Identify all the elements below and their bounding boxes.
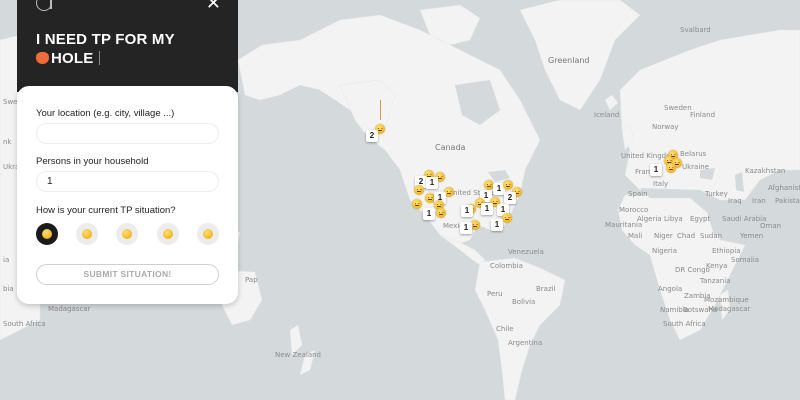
tp-marker[interactable] — [412, 199, 422, 209]
peach-icon — [36, 52, 49, 64]
label-greenland: Greenland — [548, 56, 590, 65]
cluster-count[interactable]: 1 — [460, 222, 472, 234]
cluster-count[interactable]: 1 — [426, 177, 438, 189]
shocked-face-icon — [203, 229, 213, 239]
label-dr-congo: DR Congo — [675, 266, 710, 274]
label-iceland: Iceland — [594, 111, 620, 119]
text-caret — [99, 51, 101, 65]
tp-marker[interactable] — [666, 163, 676, 173]
crying-face-icon — [163, 229, 173, 239]
label-svalbard: Svalbard — [680, 26, 711, 34]
situation-form: Your location (e.g. city, village ...) P… — [17, 86, 238, 304]
cluster-count[interactable]: 1 — [461, 205, 473, 217]
worried-face-icon — [122, 229, 132, 239]
label-yemen: Yemen — [740, 232, 764, 240]
label-oman: Oman — [760, 222, 782, 230]
label-belarus: Belarus — [680, 150, 707, 158]
submit-button[interactable]: SUBMIT SITUATION! — [36, 264, 219, 285]
label-iran: Iran — [752, 197, 766, 205]
label-ia: ia — [3, 256, 10, 264]
label-papua: Pap — [245, 276, 258, 284]
label-egypt: Egypt — [690, 215, 711, 223]
smiling-face-icon — [82, 229, 92, 239]
label-spain: Spain — [628, 190, 648, 198]
location-input[interactable] — [36, 123, 219, 144]
label-somalia: Somalia — [731, 256, 760, 264]
label-mali: Mali — [628, 232, 643, 240]
label-tanzania: Tanzania — [700, 277, 731, 285]
household-input[interactable] — [36, 171, 219, 192]
label-sudan: Sudan — [700, 232, 723, 240]
label-angola: Angola — [658, 285, 683, 293]
label-peru: Peru — [487, 290, 503, 298]
label-finland: Finland — [690, 111, 716, 119]
tp-marker[interactable] — [436, 208, 446, 218]
label-chile: Chile — [496, 325, 514, 333]
neutral-face-icon — [42, 229, 52, 239]
label-turkey: Turkey — [705, 190, 728, 198]
label-nigeria: Nigeria — [652, 247, 678, 255]
label-south-africa-left: South Africa — [3, 320, 46, 328]
household-label: Persons in your household — [36, 156, 149, 167]
label-chad: Chad — [677, 232, 696, 240]
label-new-zealand: New Zealand — [275, 351, 321, 359]
close-icon[interactable]: ✕ — [206, 0, 221, 12]
cluster-count[interactable]: 1 — [481, 203, 493, 215]
label-bolivia: Bolivia — [512, 298, 536, 306]
label-italy: Italy — [653, 180, 669, 188]
label-argentina: Argentina — [508, 339, 543, 347]
tp-marker[interactable] — [414, 185, 424, 195]
label-morocco: Morocco — [619, 206, 649, 214]
label-botswana: Botswana — [683, 306, 718, 314]
mood-option-crying[interactable] — [157, 223, 179, 245]
title-line2: HOLE — [51, 50, 94, 67]
mood-option-worried[interactable] — [116, 223, 138, 245]
label-nk: nk — [3, 138, 12, 146]
label-kazakhstan: Kazakhstan — [745, 167, 786, 175]
label-norway: Norway — [652, 123, 679, 131]
pin-line — [380, 100, 381, 120]
label-brazil: Brazil — [536, 285, 556, 293]
tp-marker[interactable] — [503, 180, 513, 190]
label-sweden: Sweden — [664, 104, 692, 112]
label-ukraine: Ukraine — [682, 163, 710, 171]
mood-option-shocked[interactable] — [197, 223, 219, 245]
label-canada: Canada — [435, 143, 466, 152]
mood-option-smiling[interactable] — [76, 223, 98, 245]
label-colombia: Colombia — [490, 262, 523, 270]
cluster-count[interactable]: 2 — [366, 130, 378, 142]
cluster-count[interactable]: 2 — [504, 192, 516, 204]
label-south-africa-right: South Africa — [663, 320, 706, 328]
cluster-count[interactable]: 1 — [423, 208, 435, 220]
title-line1: I NEED TP FOR MY — [36, 31, 175, 48]
mood-option-neutral[interactable] — [36, 223, 58, 245]
label-madagascar-left: Madagascar — [48, 305, 91, 313]
page-title: I NEED TP FOR MY HOLE — [36, 30, 226, 68]
label-mauritania: Mauritania — [605, 221, 643, 229]
logo-icon — [36, 0, 52, 11]
cluster-count[interactable]: 1 — [491, 219, 503, 231]
panel-header: ✕ I NEED TP FOR MY HOLE — [17, 0, 238, 92]
label-bia: bia — [3, 285, 14, 293]
cluster-count[interactable]: 1 — [650, 164, 662, 176]
label-afghanistan: Afghanistan — [768, 184, 800, 192]
label-iraq: Iraq — [728, 197, 742, 205]
label-pakistan: Pakistan — [775, 197, 800, 205]
tp-marker[interactable] — [502, 213, 512, 223]
label-ethiopia: Ethiopia — [712, 247, 741, 255]
location-label: Your location (e.g. city, village ...) — [36, 108, 175, 119]
label-venezuela: Venezuela — [508, 248, 544, 256]
situation-label: How is your current TP situation? — [36, 205, 176, 216]
label-mozambique: Mozambique — [704, 296, 749, 304]
label-libya: Libya — [664, 215, 683, 223]
label-niger: Niger — [654, 232, 673, 240]
